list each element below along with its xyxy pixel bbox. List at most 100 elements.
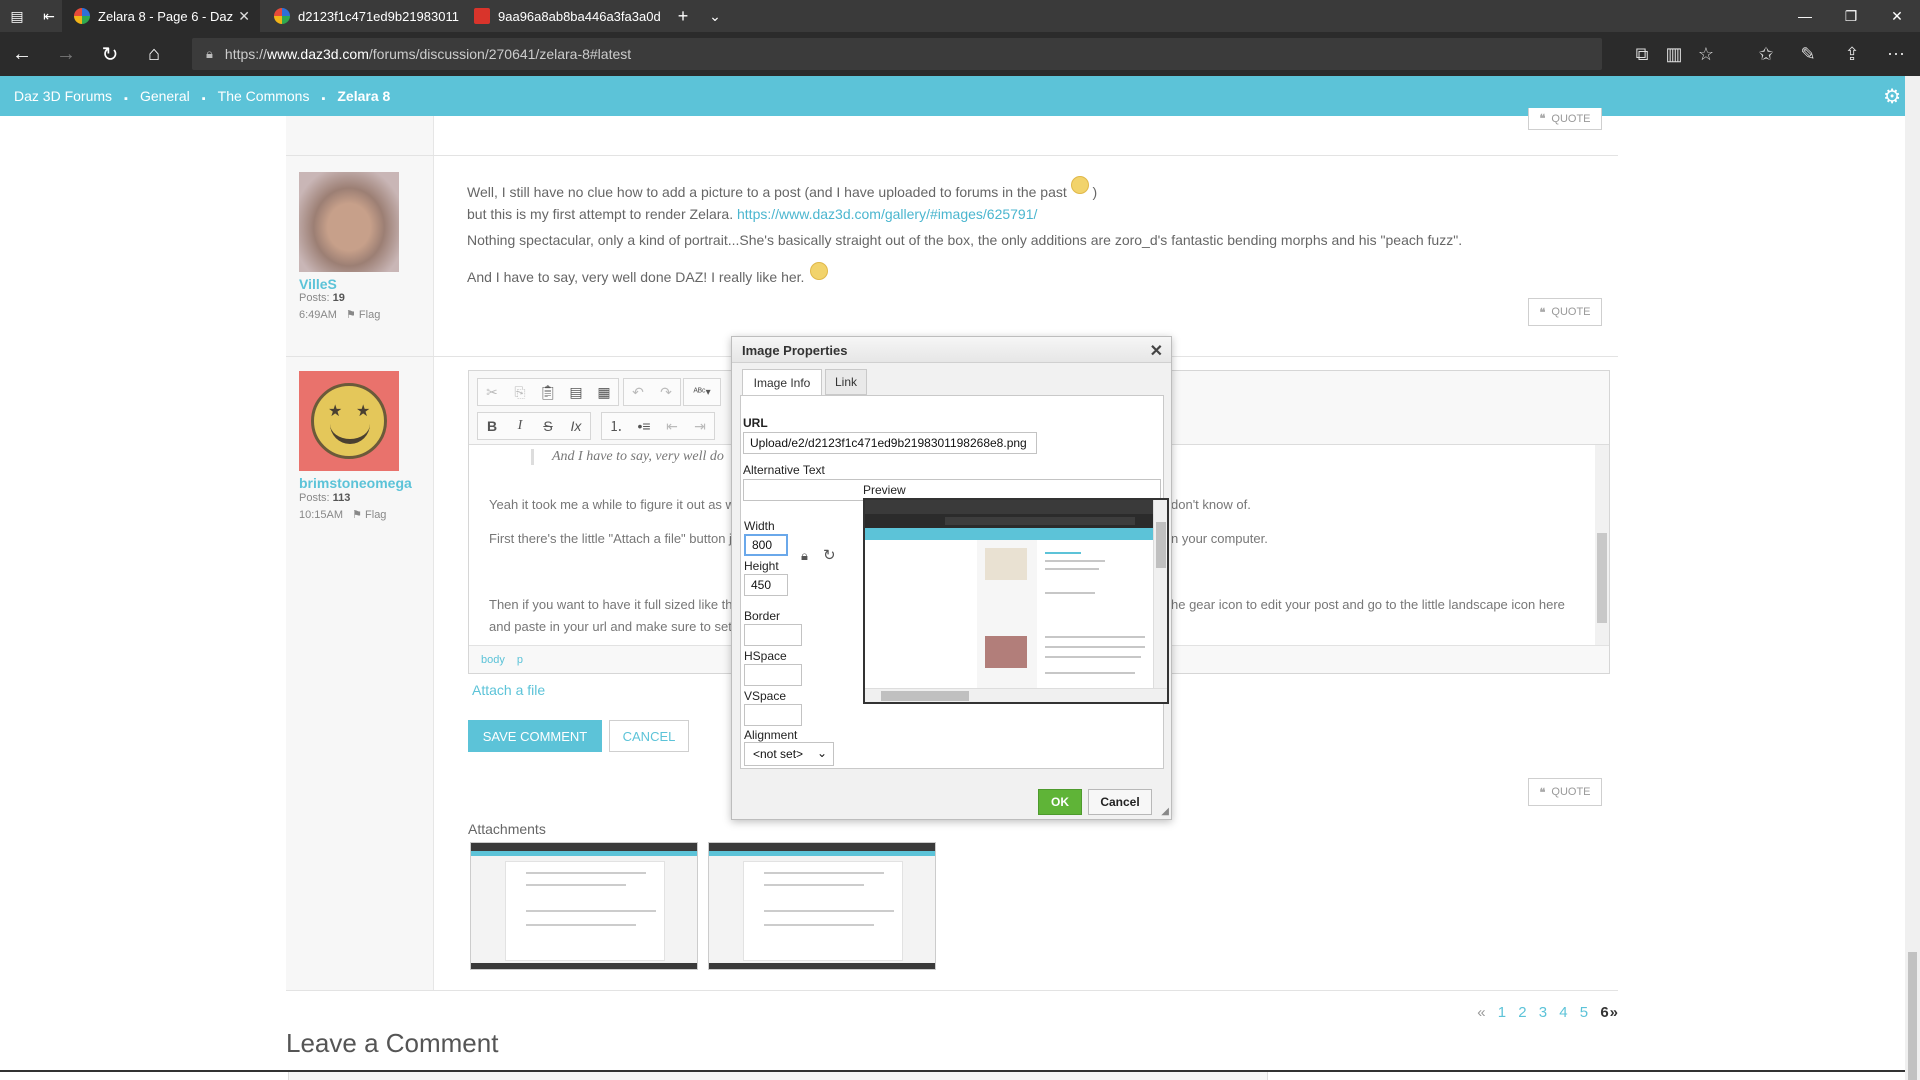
page-link[interactable]: 3 — [1539, 1004, 1547, 1021]
restore-icon[interactable]: ❐ — [1828, 0, 1874, 32]
tab-pdf[interactable]: 9aa96a8ab8ba446a3fa3a0d — [462, 0, 661, 32]
bulleted-list-icon[interactable]: •≡ — [630, 413, 658, 439]
back-icon[interactable]: ← — [0, 32, 44, 76]
close-icon[interactable]: ✕ — [1150, 341, 1163, 361]
flag-icon[interactable]: ⚑ — [346, 309, 356, 321]
smiley-icon — [810, 262, 829, 280]
tabs-aside-icon[interactable]: ⇤ — [32, 0, 66, 32]
forward-icon[interactable]: → — [44, 32, 88, 76]
dialog-title[interactable]: Image Properties ✕ — [732, 337, 1171, 363]
quote-button[interactable]: ❝ QUOTE — [1528, 778, 1602, 806]
bold-icon[interactable]: B — [478, 413, 506, 439]
home-icon[interactable]: ⌂ — [132, 32, 176, 76]
gear-icon[interactable]: ⚙ — [1883, 84, 1901, 109]
copy-icon[interactable]: ⎘ — [506, 379, 534, 405]
more-icon[interactable]: ⋯ — [1876, 32, 1916, 76]
tab-image[interactable]: d2123f1c471ed9b21983011 — [262, 0, 460, 32]
attachment-thumbnail[interactable] — [470, 842, 698, 970]
page-link[interactable]: 5 — [1580, 1004, 1588, 1021]
element-path-p[interactable]: p — [517, 654, 523, 666]
dialog-cancel-button[interactable]: Cancel — [1088, 789, 1152, 815]
username[interactable]: brimstoneomega — [299, 475, 412, 491]
favorites-hub-icon[interactable]: ✩ — [1746, 32, 1786, 76]
avatar[interactable]: ★ ★ — [299, 371, 399, 471]
cut-icon[interactable]: ✂ — [478, 379, 506, 405]
smiley-avatar-icon: ★ ★ — [311, 383, 387, 459]
prev-page-link[interactable]: « — [1477, 1004, 1485, 1021]
paste-icon[interactable]: 📋︎ — [534, 379, 562, 405]
post-count: Posts: 113 — [299, 492, 350, 504]
attachment-thumbnail[interactable] — [708, 842, 936, 970]
share-icon[interactable]: ⇪ — [1832, 32, 1872, 76]
italic-icon[interactable]: I — [506, 413, 534, 439]
resize-handle-icon[interactable]: ◢ — [1161, 806, 1169, 817]
page-scrollbar[interactable] — [1905, 76, 1920, 1080]
save-comment-button[interactable]: SAVE COMMENT — [468, 720, 602, 752]
outdent-icon[interactable]: ⇤ — [658, 413, 686, 439]
preview-horizontal-scrollbar[interactable] — [865, 688, 1167, 702]
next-page-link[interactable]: » — [1610, 1004, 1618, 1021]
reset-size-icon[interactable]: ↻ — [823, 546, 836, 564]
hspace-field[interactable] — [744, 664, 802, 686]
tab-zelara[interactable]: Zelara 8 - Page 6 - Daz ✕ — [62, 0, 260, 32]
scrollbar-thumb[interactable] — [1908, 952, 1917, 1080]
list-group: ⒈ •≡ ⇤ ⇥ — [601, 412, 715, 440]
attach-file-link[interactable]: Attach a file — [472, 682, 545, 698]
clipboard-group: ✂ ⎘ 📋︎ ▤ ▦ — [477, 378, 619, 406]
lock-ratio-icon[interactable]: 🔒︎ — [801, 548, 808, 564]
quote-button[interactable]: ❝ QUOTE — [1528, 298, 1602, 326]
breadcrumb-item[interactable]: General — [140, 88, 190, 104]
tab-link[interactable]: Link — [825, 369, 867, 395]
paste-text-icon[interactable]: ▤ — [562, 379, 590, 405]
editor-scrollbar[interactable] — [1595, 445, 1609, 645]
border-field[interactable] — [744, 624, 802, 646]
minimize-icon[interactable]: — — [1782, 0, 1828, 32]
indent-icon[interactable]: ⇥ — [686, 413, 714, 439]
username[interactable]: VilleS — [299, 276, 337, 292]
url-field[interactable] — [743, 432, 1037, 454]
favorite-star-icon[interactable]: ☆ — [1686, 32, 1726, 76]
tab-title: 9aa96a8ab8ba446a3fa3a0d — [498, 8, 661, 24]
refresh-icon[interactable]: ↻ — [88, 32, 132, 76]
chevron-down-icon[interactable]: ⌄ — [698, 0, 732, 32]
numbered-list-icon[interactable]: ⒈ — [602, 413, 630, 439]
remove-format-icon[interactable]: Ix — [562, 413, 590, 439]
web-note-icon[interactable]: ✎ — [1788, 32, 1828, 76]
spellcheck-icon[interactable]: ᴬᴮᶜ▾ — [684, 379, 720, 405]
alignment-select[interactable]: <not set> ⌄ — [744, 742, 834, 766]
redo-icon[interactable]: ↷ — [652, 379, 680, 405]
quote-icon: ❝ — [1539, 786, 1546, 799]
chevron-down-icon: ⌄ — [816, 746, 827, 760]
page-link[interactable]: 4 — [1559, 1004, 1567, 1021]
breadcrumb-item[interactable]: The Commons — [218, 88, 310, 104]
page-link[interactable]: 1 — [1498, 1004, 1506, 1021]
gallery-link[interactable]: https://www.daz3d.com/gallery/#images/62… — [737, 206, 1037, 222]
paste-word-icon[interactable]: ▦ — [590, 379, 618, 405]
avatar[interactable] — [299, 172, 399, 272]
element-path-body[interactable]: body — [481, 654, 505, 666]
quote-label: QUOTE — [1551, 306, 1591, 318]
flag-link[interactable]: Flag — [365, 509, 386, 521]
vspace-field[interactable] — [744, 704, 802, 726]
url-input[interactable]: 🔒︎ https://www.daz3d.com/forums/discussi… — [192, 38, 1602, 70]
width-field[interactable] — [744, 534, 788, 556]
page-link[interactable]: 2 — [1518, 1004, 1526, 1021]
preview-vertical-scrollbar[interactable] — [1153, 500, 1167, 690]
ok-button[interactable]: OK — [1038, 789, 1082, 815]
breadcrumb-item[interactable]: Daz 3D Forums — [14, 88, 112, 104]
flag-icon[interactable]: ⚑ — [352, 509, 362, 521]
new-tab-icon[interactable]: + — [666, 0, 700, 32]
image-info-panel: URL Alternative Text Width Height 🔒︎ ↻ B… — [740, 395, 1169, 769]
breadcrumb-current[interactable]: Zelara 8 — [337, 88, 390, 104]
cancel-button[interactable]: CANCEL — [609, 720, 689, 752]
quote-button[interactable]: ❝ QUOTE — [1528, 108, 1602, 130]
tab-image-info[interactable]: Image Info — [742, 369, 822, 396]
strikethrough-icon[interactable]: S — [534, 413, 562, 439]
undo-icon[interactable]: ↶ — [624, 379, 652, 405]
current-page: 6 — [1600, 1004, 1609, 1021]
close-window-icon[interactable]: ✕ — [1874, 0, 1920, 32]
tab-actions-icon[interactable]: ▤ — [0, 0, 34, 32]
height-field[interactable] — [744, 574, 788, 596]
flag-link[interactable]: Flag — [359, 309, 380, 321]
close-tab-icon[interactable]: ✕ — [238, 8, 250, 25]
